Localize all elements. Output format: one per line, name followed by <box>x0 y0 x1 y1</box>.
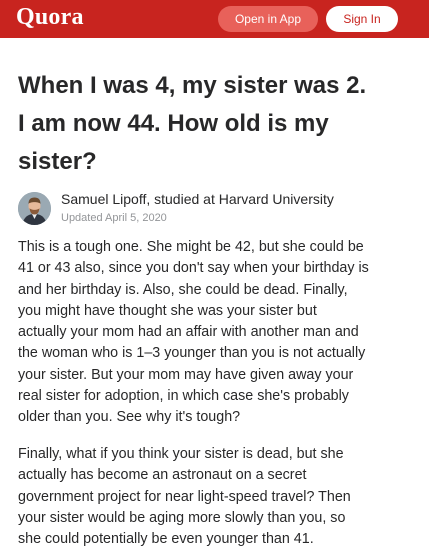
quora-logo[interactable]: Quora <box>16 4 84 31</box>
answer-line: 41 or 43 also, since you don't say when … <box>18 260 369 277</box>
answer-line: actually your mom had an affair with ano… <box>18 324 359 341</box>
sign-in-button[interactable]: Sign In <box>326 6 398 32</box>
answer-line: actually has become an astronaut on a se… <box>18 467 307 484</box>
answer-line: This is a tough one. She might be 42, bu… <box>18 239 364 255</box>
question-title[interactable]: When I was 4, my sister was 2. I am now … <box>18 67 413 181</box>
answer-line: she could potentially be even younger th… <box>18 531 314 548</box>
answer-paragraph: Finally, what if you think your sister i… <box>18 444 418 550</box>
question-line: When I was 4, my sister was 2. <box>18 72 367 99</box>
question-line: I am now 44. How old is my <box>18 110 329 137</box>
answer-line: you might have thought she was your sist… <box>18 302 317 319</box>
answer-paragraph: This is a tough one. She might be 42, bu… <box>18 237 418 429</box>
question-line: sister? <box>18 148 97 175</box>
avatar-photo <box>18 192 51 225</box>
author-credential[interactable]: Samuel Lipoff, studied at Harvard Univer… <box>61 191 334 207</box>
answer-line: and her birthday is. Also, she could be … <box>18 281 348 298</box>
open-in-app-button[interactable]: Open in App <box>218 6 318 32</box>
answer-line: real sister for adoption, in which case … <box>18 388 349 405</box>
answer-line: government project for near light-speed … <box>18 488 351 505</box>
answer-updated-date[interactable]: Updated April 5, 2020 <box>61 212 167 224</box>
top-bar: Quora Open in App Sign In <box>0 0 429 38</box>
answer-line: the woman who is 1–3 younger than you is… <box>18 345 366 362</box>
answer-line: Finally, what if you think your sister i… <box>18 446 344 462</box>
answer-line: older than you. See why it's tough? <box>18 409 241 426</box>
answer-line: your sister. But your mom may have given… <box>18 366 354 383</box>
author-avatar[interactable] <box>18 192 51 225</box>
answer-line: your sister would be aging more slowly t… <box>18 509 346 526</box>
